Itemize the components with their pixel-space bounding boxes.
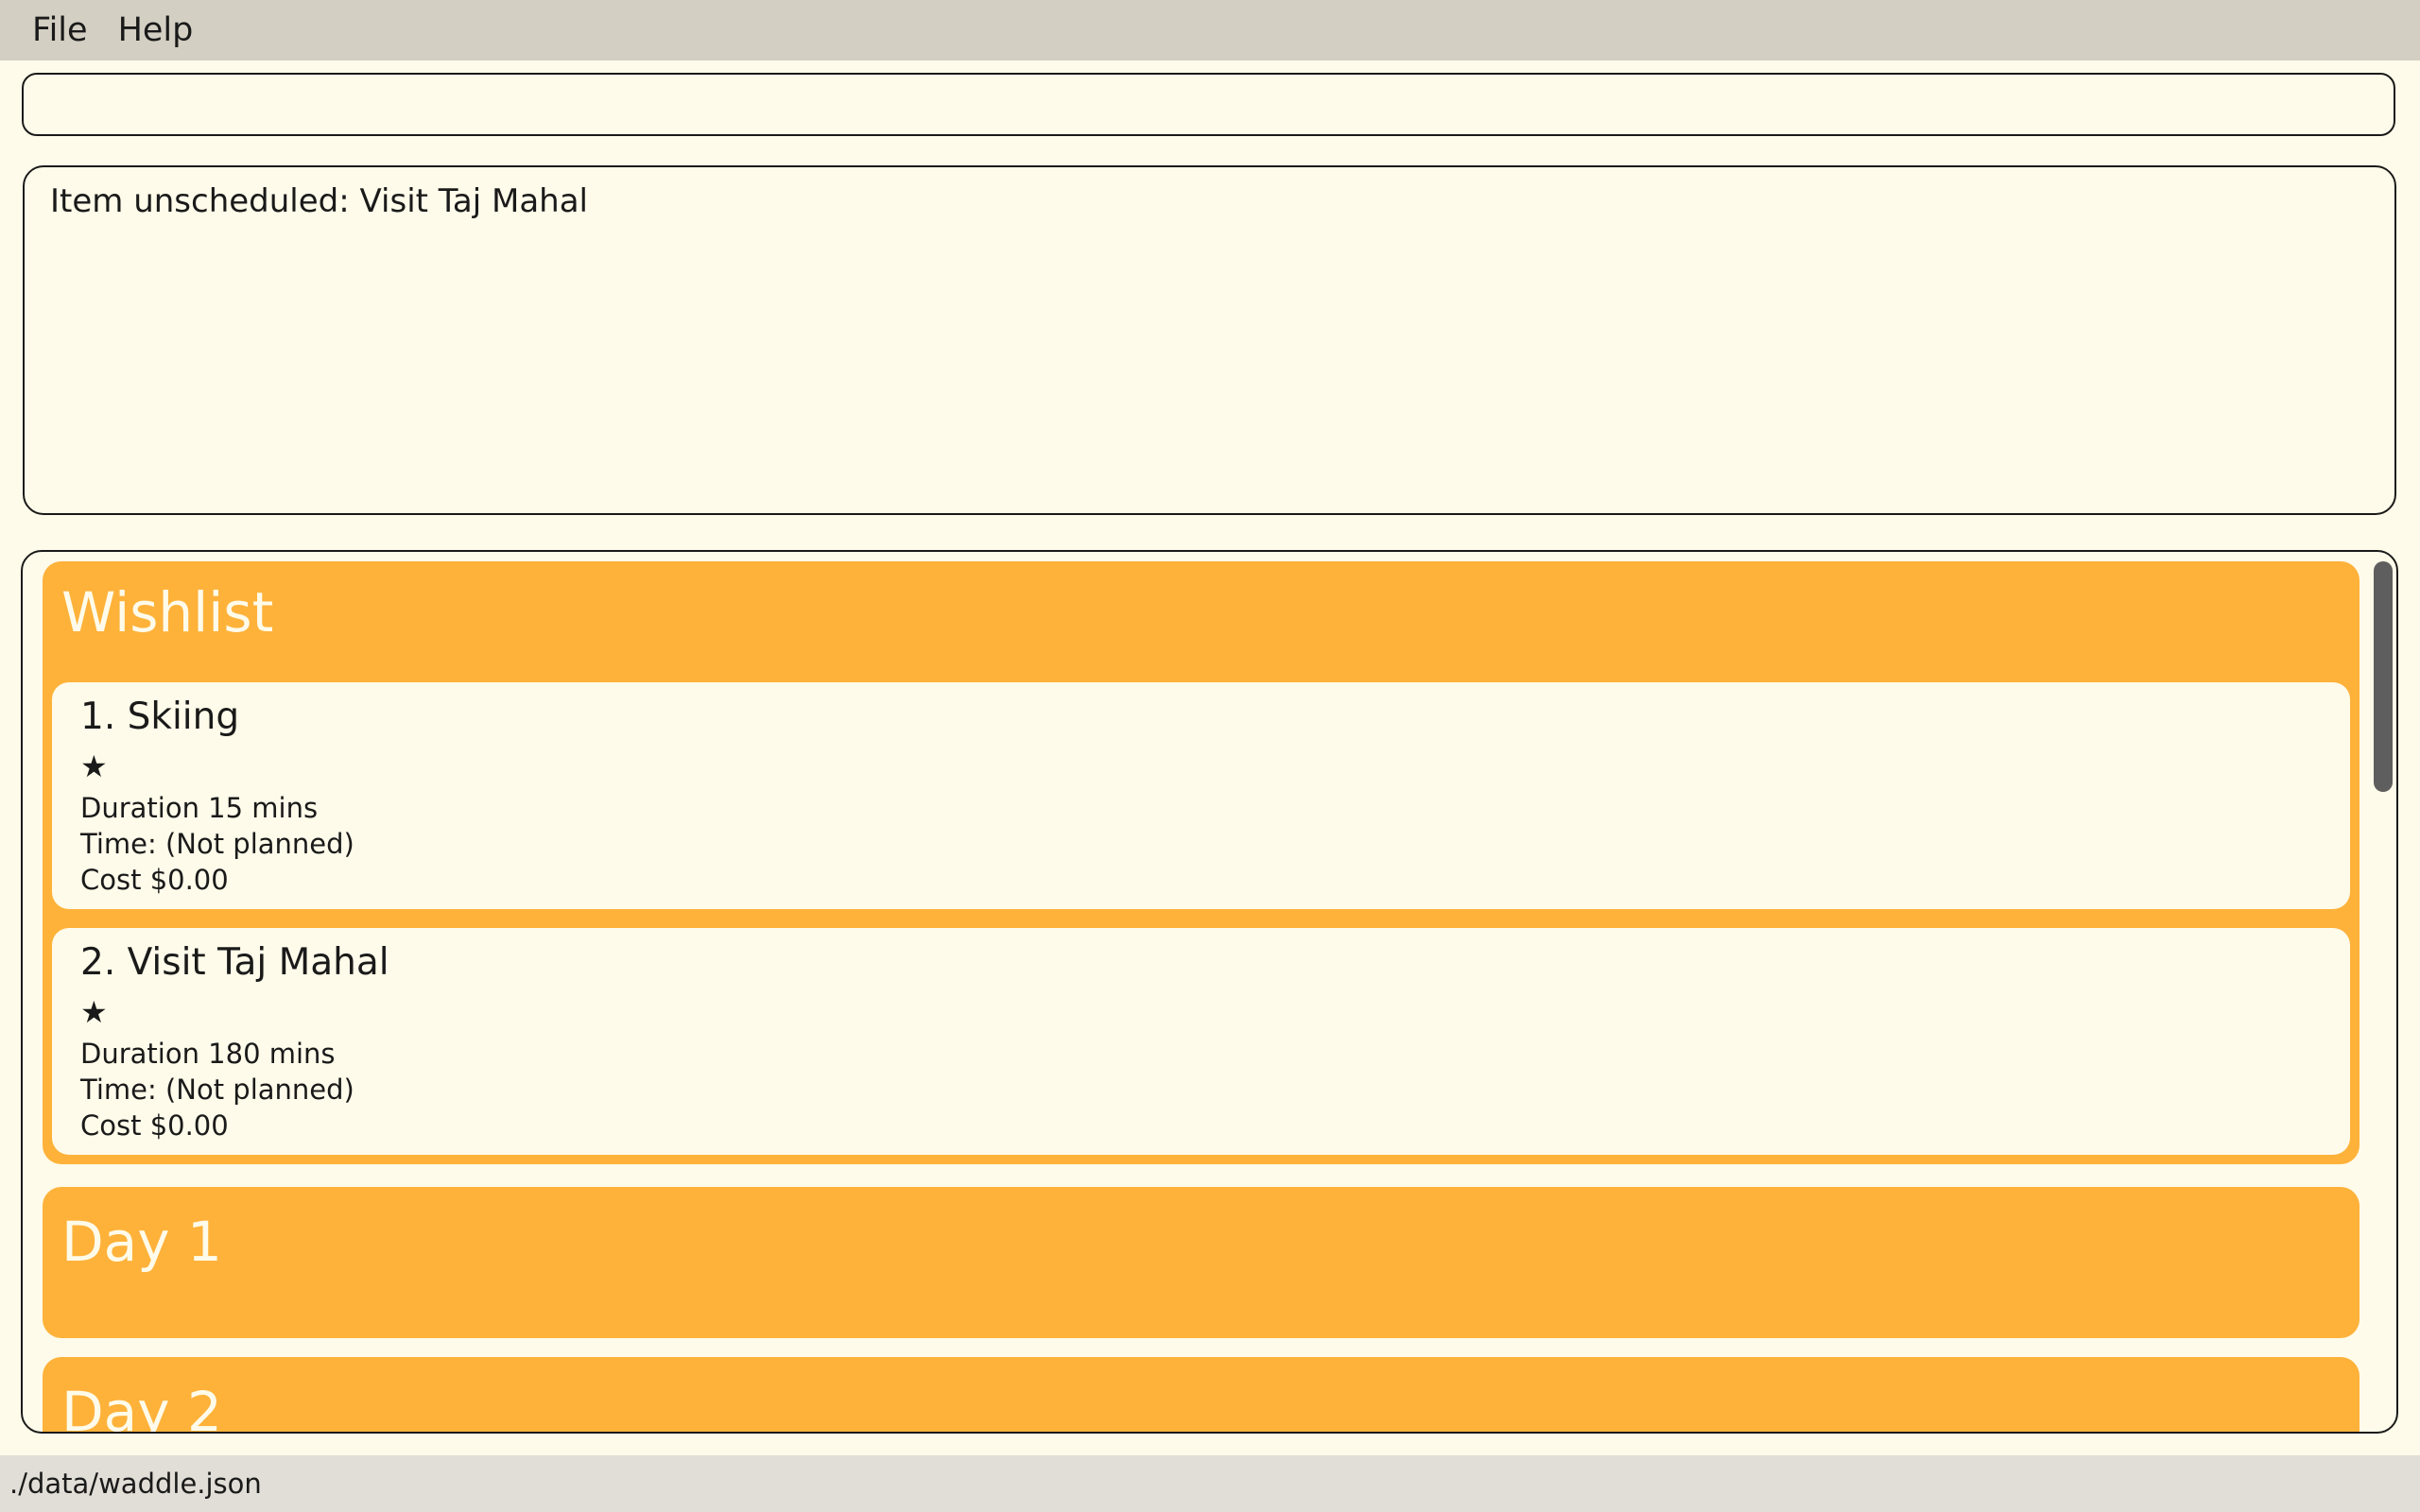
item-duration: Duration 180 mins bbox=[80, 1038, 336, 1070]
item-cost: Cost $0.00 bbox=[80, 864, 229, 896]
list-item[interactable]: 2. Visit Taj Mahal ★ Duration 180 mins T… bbox=[52, 928, 2350, 1155]
scrollbar-thumb[interactable] bbox=[2374, 561, 2393, 792]
list-item[interactable]: 1. Skiing ★ Duration 15 mins Time: (Not … bbox=[52, 682, 2350, 909]
item-time: Time: (Not planned) bbox=[80, 1074, 354, 1106]
menu-help[interactable]: Help bbox=[118, 11, 194, 49]
result-message: Item unscheduled: Visit Taj Mahal bbox=[50, 182, 589, 220]
storage-path: ./data/waddle.json bbox=[9, 1468, 262, 1500]
star-icon: ★ bbox=[80, 994, 108, 1030]
menu-file[interactable]: File bbox=[32, 11, 88, 49]
day-card: Day 2 bbox=[43, 1357, 2360, 1434]
itinerary-list[interactable]: Wishlist 1. Skiing ★ Duration 15 mins Ti… bbox=[21, 550, 2398, 1434]
wishlist-title: Wishlist bbox=[61, 580, 274, 644]
item-time: Time: (Not planned) bbox=[80, 828, 354, 860]
item-title: 2. Visit Taj Mahal bbox=[80, 941, 389, 984]
star-icon: ★ bbox=[80, 748, 108, 784]
command-box bbox=[22, 73, 2395, 136]
status-bar: ./data/waddle.json bbox=[0, 1455, 2420, 1512]
item-title: 1. Skiing bbox=[80, 696, 240, 738]
menu-bar: File Help bbox=[0, 0, 2420, 60]
day-card: Day 1 bbox=[43, 1187, 2360, 1338]
day-title: Day 1 bbox=[61, 1210, 222, 1274]
wishlist-card: Wishlist 1. Skiing ★ Duration 15 mins Ti… bbox=[43, 561, 2360, 1164]
item-cost: Cost $0.00 bbox=[80, 1109, 229, 1142]
item-duration: Duration 15 mins bbox=[80, 792, 319, 824]
day-title: Day 2 bbox=[61, 1380, 222, 1434]
command-input[interactable] bbox=[24, 75, 2394, 134]
result-display: Item unscheduled: Visit Taj Mahal bbox=[23, 165, 2396, 515]
